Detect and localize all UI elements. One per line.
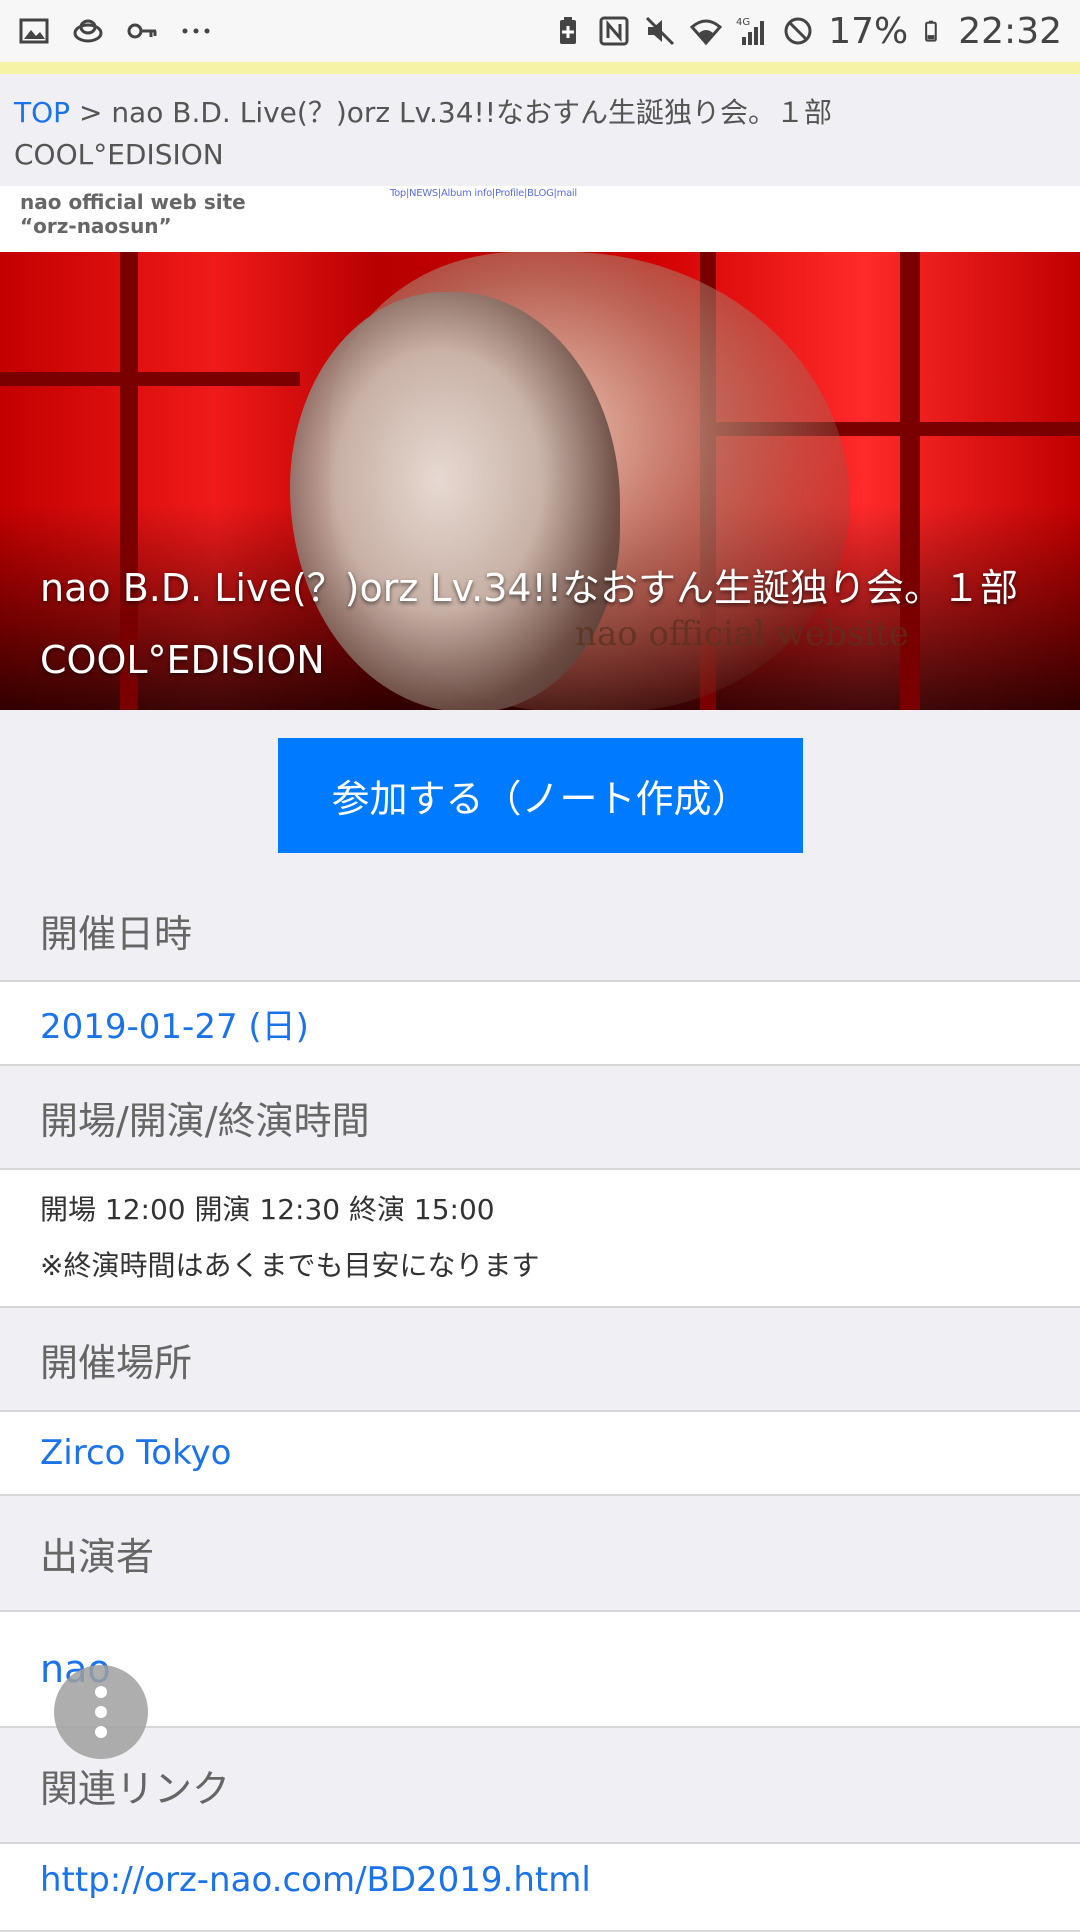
banner-site-subtitle: “orz-naosun”	[20, 214, 172, 238]
performer-link[interactable]: nao	[40, 1647, 1080, 1691]
mute-icon	[646, 16, 675, 46]
date-section-header: 開催日時	[0, 880, 1080, 980]
venue-section-body: Zirco Tokyo	[0, 1410, 1080, 1496]
more-dots-icon	[182, 28, 210, 34]
more-vertical-icon	[95, 1686, 107, 1698]
more-vertical-icon-dot	[95, 1726, 107, 1738]
battery-saver-icon	[560, 17, 577, 44]
block-icon	[784, 17, 812, 45]
svg-text:4G: 4G	[736, 17, 750, 28]
breadcrumb-current: nao B.D. Live(？)orz Lv.34!!なおすん生誕独り会。１部 …	[14, 96, 860, 171]
breadcrumb-separator: >	[78, 96, 103, 129]
gallery-icon	[19, 18, 49, 44]
banner-mini-nav: Top|NEWS|Album info|Profile|BLOG|mail	[390, 188, 577, 199]
battery-icon	[925, 20, 938, 42]
breadcrumb-top-link[interactable]: TOP	[14, 96, 70, 129]
join-button[interactable]: 参加する（ノート作成）	[278, 738, 803, 853]
venue-link[interactable]: Zirco Tokyo	[40, 1433, 1080, 1473]
cloud-icon	[73, 19, 103, 43]
floating-menu-button[interactable]	[54, 1665, 148, 1759]
performer-section-body: nao	[0, 1610, 1080, 1728]
date-section-body: 2019-01-27 (日)	[0, 980, 1080, 1066]
loading-strip	[0, 62, 1080, 74]
venue-section-header: 開催場所	[0, 1308, 1080, 1410]
key-icon	[127, 23, 157, 39]
banner-site-name: nao official web site	[20, 190, 246, 214]
window-frame	[0, 372, 300, 386]
nfc-icon	[599, 16, 629, 46]
links-section-body: http://orz-nao.com/BD2019.html	[0, 1842, 1080, 1932]
links-section-header: 関連リンク	[0, 1728, 1080, 1842]
time-section-header: 開場/開演/終演時間	[0, 1066, 1080, 1168]
performer-section-header: 出演者	[0, 1496, 1080, 1610]
time-note: ※終演時間はあくまでも目安になります	[40, 1249, 540, 1282]
time-value: 開場 12:00 開演 12:30 終演 15:00	[40, 1193, 495, 1226]
breadcrumb: TOP > nao B.D. Live(？)orz Lv.34!!なおすん生誕独…	[0, 74, 1080, 186]
signal-4g-icon: 4G	[736, 17, 765, 45]
more-vertical-icon-dot	[95, 1706, 107, 1718]
date-link[interactable]: 2019-01-27 (日)	[40, 999, 1080, 1048]
status-bar: 4G 17% 22:32	[0, 0, 1080, 62]
wifi-icon	[690, 19, 723, 46]
event-title: nao B.D. Live(？)orz Lv.34!!なおすん生誕独り会。１部 …	[40, 566, 1057, 682]
time-section-body: 開場 12:00 開演 12:30 終演 15:00 ※終演時間はあくまでも目安…	[0, 1168, 1080, 1308]
battery-percent: 17%	[828, 10, 909, 52]
event-hero-image: nao official website nao B.D. Live(？)orz…	[0, 252, 1080, 710]
clock: 22:32	[958, 10, 1062, 52]
related-link[interactable]: http://orz-nao.com/BD2019.html	[40, 1860, 1080, 1900]
banner-header: nao official web site “orz-naosun” Top|N…	[0, 186, 1080, 252]
